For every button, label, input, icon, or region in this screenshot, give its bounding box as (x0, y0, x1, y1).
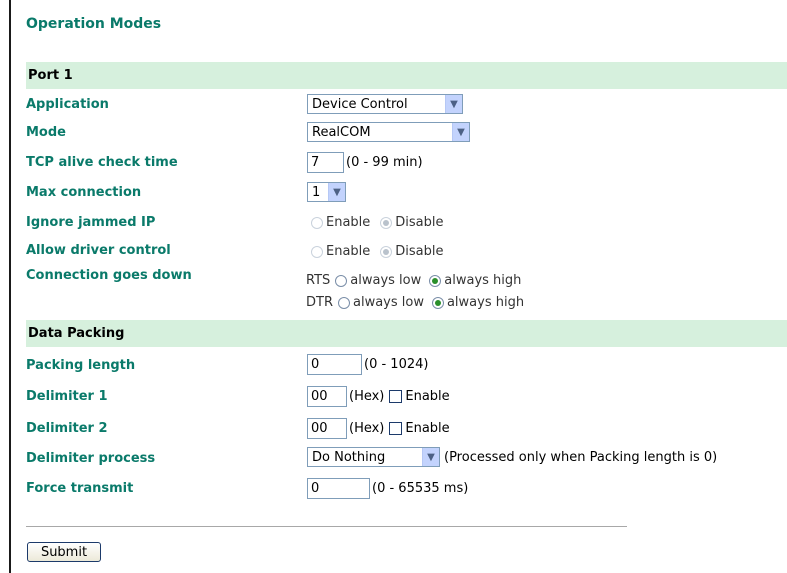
mode-select[interactable]: RealCOM ▼ (307, 122, 470, 142)
delimiter2-label: Delimiter 2 (26, 421, 108, 436)
application-label: Application (26, 97, 109, 112)
chevron-down-icon[interactable]: ▼ (422, 448, 439, 466)
allow-driver-enable-label: Enable (326, 244, 371, 259)
packing-length-input[interactable]: 0 (307, 354, 362, 375)
dtr-always-high-label: always high (446, 295, 525, 310)
delimiter2-input[interactable]: 00 (307, 418, 347, 439)
dtr-label: DTR (306, 295, 333, 310)
mode-label: Mode (26, 125, 66, 140)
dtr-always-low-radio[interactable] (337, 296, 350, 309)
force-transmit-input[interactable]: 0 (307, 478, 370, 499)
chevron-down-icon[interactable]: ▼ (328, 183, 345, 201)
chevron-down-icon[interactable]: ▼ (452, 123, 469, 141)
max-connection-label: Max connection (26, 185, 142, 200)
ignore-jammed-ip-label: Ignore jammed IP (26, 215, 156, 230)
allow-driver-enable-radio[interactable] (311, 245, 323, 258)
dtr-always-high-radio[interactable] (431, 296, 444, 309)
rts-always-high-radio[interactable] (429, 274, 442, 287)
ignore-jammed-enable-radio[interactable] (311, 216, 323, 229)
rts-always-low-label: always low (350, 273, 422, 288)
rts-always-low-radio[interactable] (335, 274, 348, 287)
packing-length-unit: (0 - 1024) (364, 357, 429, 372)
tcp-alive-unit: (0 - 99 min) (346, 155, 423, 170)
allow-driver-disable-radio[interactable] (380, 245, 393, 258)
connection-goes-down-label: Connection goes down (26, 268, 192, 283)
rts-label: RTS (306, 273, 331, 288)
chevron-down-icon[interactable]: ▼ (445, 95, 462, 113)
allow-driver-disable-label: Disable (395, 244, 444, 259)
tcp-alive-input[interactable]: 7 (307, 152, 344, 173)
dtr-always-low-label: always low (352, 295, 424, 310)
tcp-alive-label: TCP alive check time (26, 155, 178, 170)
mode-select-value: RealCOM (312, 124, 371, 140)
delimiter-process-note: (Processed only when Packing length is 0… (444, 449, 718, 465)
max-connection-select[interactable]: 1 ▼ (307, 182, 346, 202)
application-select-value: Device Control (312, 96, 408, 112)
force-transmit-unit: (0 - 65535 ms) (372, 481, 469, 496)
application-select[interactable]: Device Control ▼ (307, 94, 463, 114)
delimiter1-input[interactable]: 00 (307, 386, 347, 407)
delimiter1-enable-label: Enable (405, 389, 450, 404)
submit-button[interactable]: Submit (27, 542, 101, 562)
rts-always-high-label: always high (444, 273, 522, 288)
section-data-packing: Data Packing (26, 320, 787, 347)
delimiter2-unit: (Hex) (349, 421, 385, 436)
section-port-1: Port 1 (26, 62, 787, 89)
divider (26, 526, 627, 527)
delimiter1-unit: (Hex) (349, 389, 385, 404)
delimiter-process-label: Delimiter process (26, 451, 156, 466)
delimiter1-enable-checkbox[interactable] (389, 390, 403, 403)
delimiter-process-value: Do Nothing (312, 449, 386, 465)
delimiter-process-select[interactable]: Do Nothing ▼ (307, 447, 440, 467)
max-connection-value: 1 (312, 184, 321, 200)
ignore-jammed-enable-label: Enable (326, 215, 371, 230)
page-title: Operation Modes (26, 16, 162, 32)
ignore-jammed-disable-label: Disable (395, 215, 444, 230)
force-transmit-label: Force transmit (26, 481, 134, 496)
delimiter1-label: Delimiter 1 (26, 389, 108, 404)
delimiter2-enable-checkbox[interactable] (389, 422, 403, 435)
ignore-jammed-disable-radio[interactable] (380, 216, 393, 229)
allow-driver-control-label: Allow driver control (26, 243, 171, 258)
packing-length-label: Packing length (26, 358, 136, 373)
delimiter2-enable-label: Enable (405, 421, 450, 436)
